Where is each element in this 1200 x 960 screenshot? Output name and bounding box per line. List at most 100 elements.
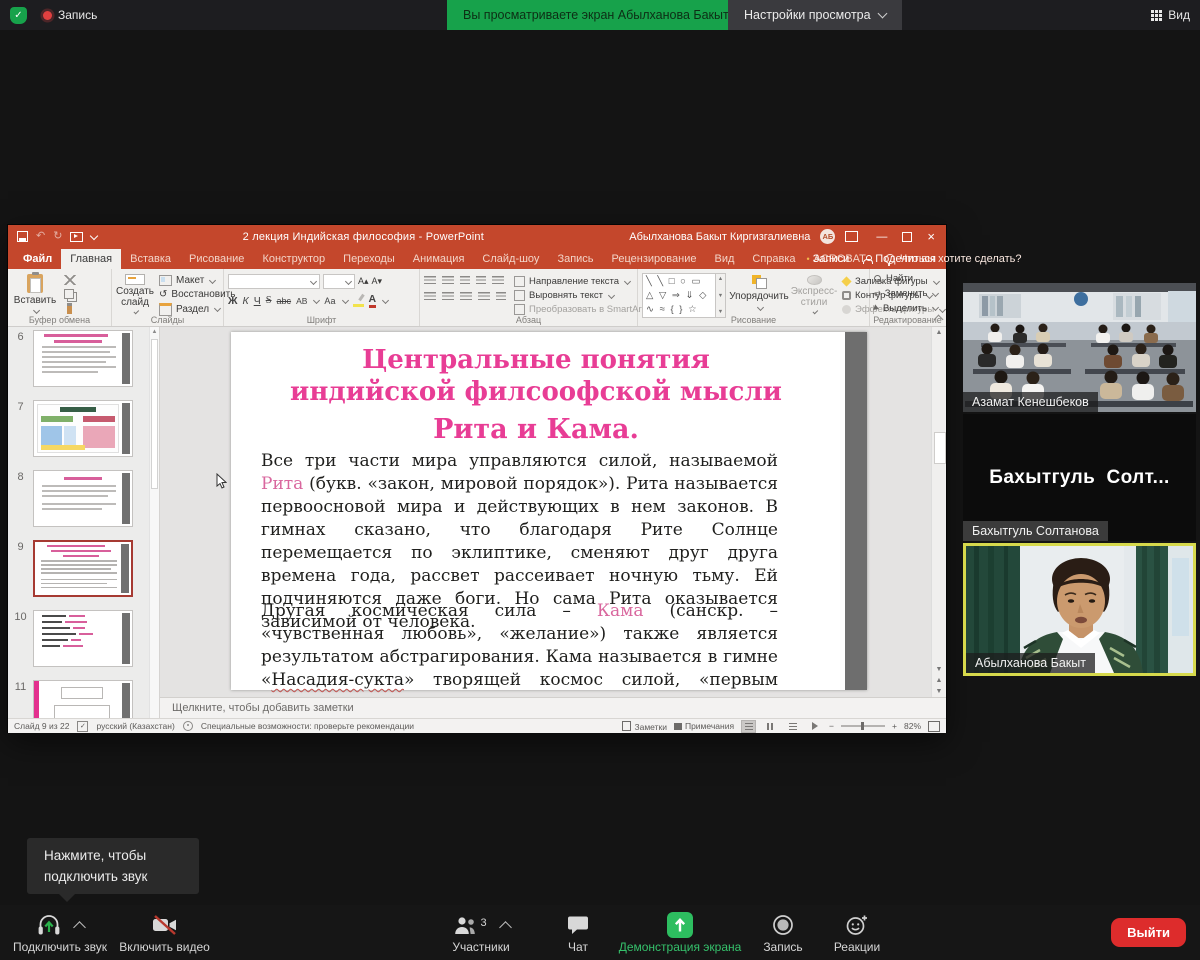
shapes-gallery-scroll[interactable]: ▲▼▼ xyxy=(716,273,726,318)
start-video-button[interactable]: Включить видео xyxy=(112,913,217,954)
scroll-down-icon[interactable]: ▼ xyxy=(936,666,943,673)
thumbnail-slide-10[interactable]: 10 xyxy=(8,610,159,667)
close-button[interactable]: × xyxy=(927,230,935,243)
zoom-slider[interactable] xyxy=(841,725,885,727)
tab-animations[interactable]: Анимация xyxy=(404,249,474,269)
view-button[interactable]: Вид xyxy=(1151,0,1190,30)
justify-icon[interactable] xyxy=(478,292,490,302)
language-indicator[interactable]: русский (Казахстан) xyxy=(96,721,174,731)
font-name-combobox[interactable] xyxy=(228,274,320,289)
account-avatar[interactable]: АБ xyxy=(820,229,835,244)
minimize-button[interactable]: — xyxy=(876,231,887,243)
new-slide-button[interactable]: Создать слайд xyxy=(116,273,154,314)
chat-button[interactable]: Чат xyxy=(548,913,608,954)
slide-editor-area[interactable]: Центральные понятия индийской филсоофско… xyxy=(160,327,946,697)
text-shadow-button[interactable]: abc xyxy=(277,296,292,306)
record-button[interactable]: Запись xyxy=(754,913,812,954)
next-slide-icon[interactable]: ▼ xyxy=(936,688,943,695)
character-spacing-button[interactable]: АВ xyxy=(296,296,307,306)
current-slide[interactable]: Центральные понятия индийской филсоофско… xyxy=(231,332,867,690)
quick-styles-button[interactable]: Экспресс-стили xyxy=(792,273,836,314)
save-icon[interactable] xyxy=(17,231,28,242)
copy-icon[interactable] xyxy=(64,289,74,298)
slide-title[interactable]: Центральные понятия индийской филсоофско… xyxy=(239,344,833,447)
thumbnail-slide-6[interactable]: 6 xyxy=(8,330,159,387)
leave-meeting-button[interactable]: Выйти xyxy=(1111,918,1186,947)
comments-toggle[interactable]: Примечания xyxy=(674,721,734,731)
scrollbar-thumb[interactable] xyxy=(934,432,946,464)
view-settings-button[interactable]: Настройки просмотра xyxy=(728,0,902,30)
numbering-icon[interactable] xyxy=(442,276,454,286)
participants-button[interactable]: 3 Участники xyxy=(425,913,537,954)
fit-slide-icon[interactable] xyxy=(928,721,940,732)
tab-view[interactable]: Вид xyxy=(705,249,743,269)
bold-button[interactable]: Ж xyxy=(228,295,238,307)
format-painter-icon[interactable] xyxy=(67,303,72,314)
spellcheck-icon[interactable]: ✓ xyxy=(77,721,88,732)
tab-help[interactable]: Справка xyxy=(743,249,804,269)
convert-smartart-button[interactable]: Преобразовать в SmartArt xyxy=(514,304,655,315)
reactions-button[interactable]: Реакции xyxy=(818,913,896,954)
reading-view-button[interactable] xyxy=(785,720,800,733)
line-spacing-icon[interactable] xyxy=(492,276,504,286)
font-size-combobox[interactable] xyxy=(323,274,355,289)
italic-button[interactable]: К xyxy=(243,295,249,307)
previous-slide-icon[interactable]: ▲ xyxy=(936,677,943,684)
strikethrough-button[interactable]: S xyxy=(266,295,272,306)
participant-tile-bakhytgul[interactable]: Бахытгуль Солт... Бахытгуль Солтанова xyxy=(963,414,1196,541)
slideshow-icon[interactable] xyxy=(70,232,83,242)
align-text-button[interactable]: Выровнять текст xyxy=(514,290,655,301)
redo-icon[interactable]: ↻ xyxy=(53,231,62,242)
participant-tile-azamat[interactable]: Азамат Кенешбеков xyxy=(963,283,1196,412)
cut-icon[interactable] xyxy=(64,275,76,285)
text-direction-button[interactable]: Направление текста xyxy=(514,276,655,287)
audio-options-chevron[interactable] xyxy=(73,921,86,934)
font-color-button[interactable]: А xyxy=(369,294,377,308)
tab-record[interactable]: Запись xyxy=(548,249,602,269)
slideshow-view-button[interactable] xyxy=(807,720,822,733)
select-button[interactable]: Выделить xyxy=(874,302,941,314)
tab-review[interactable]: Рецензирование xyxy=(603,249,706,269)
columns-icon[interactable] xyxy=(496,292,506,302)
underline-button[interactable]: Ч xyxy=(254,295,261,307)
tab-insert[interactable]: Вставка xyxy=(121,249,180,269)
shapes-gallery[interactable]: ╲ ╲ □ ○ ▭ △ ▽ ⇒ ⇓ ◇ ∿ ≈ { } ☆ xyxy=(642,273,716,318)
tab-file[interactable]: Файл xyxy=(14,249,61,269)
recordings-button[interactable]: • Записи xyxy=(807,253,850,265)
accessibility-status[interactable]: Специальные возможности: проверьте реком… xyxy=(201,721,414,731)
notes-toggle[interactable]: Заметки xyxy=(622,721,667,732)
zoom-percentage[interactable]: 82% xyxy=(904,721,921,731)
align-right-icon[interactable] xyxy=(460,292,472,302)
thumbnail-slide-11[interactable]: 11 xyxy=(8,680,159,718)
tab-design[interactable]: Конструктор xyxy=(253,249,334,269)
participants-options-chevron[interactable] xyxy=(499,921,512,934)
share-button[interactable]: Поделиться xyxy=(863,253,936,265)
slide-paragraph-kama[interactable]: Другая космическая сила – Кама (санскр. … xyxy=(261,600,778,697)
decrease-indent-icon[interactable] xyxy=(460,276,470,286)
undo-icon[interactable]: ↶ xyxy=(36,231,45,242)
grow-font-button[interactable]: А▴ xyxy=(358,276,369,287)
security-shield-icon[interactable]: ✓ xyxy=(10,7,27,24)
thumbnail-slide-8[interactable]: 8 xyxy=(8,470,159,527)
thumbnail-slide-7[interactable]: 7 xyxy=(8,400,159,457)
restore-button[interactable] xyxy=(902,232,912,242)
join-audio-button[interactable]: Подключить звук xyxy=(0,913,120,954)
editor-scrollbar[interactable]: ▲ ▼ ▲ ▼ xyxy=(931,327,946,697)
notes-pane[interactable]: Щелкните, чтобы добавить заметки xyxy=(160,697,946,718)
tab-transitions[interactable]: Переходы xyxy=(334,249,404,269)
ribbon-display-options-icon[interactable] xyxy=(845,231,858,242)
slide-sorter-view-button[interactable] xyxy=(763,720,778,733)
align-center-icon[interactable] xyxy=(442,292,454,302)
shrink-font-button[interactable]: А▾ xyxy=(372,276,383,287)
paste-button[interactable]: Вставить xyxy=(12,273,58,314)
thumbnail-slide-9-selected[interactable]: 9 xyxy=(8,540,159,597)
replace-button[interactable]: ⇄Заменить xyxy=(874,288,941,300)
normal-view-button[interactable] xyxy=(741,720,756,733)
tab-home[interactable]: Главная xyxy=(61,249,121,269)
highlight-color-icon[interactable] xyxy=(353,294,364,307)
participant-tile-abylkhanova-active-speaker[interactable]: Абылханова Бакыт xyxy=(963,543,1196,676)
thumbnail-scrollbar[interactable]: ▲ xyxy=(149,327,159,718)
zoom-slider-thumb[interactable] xyxy=(861,722,864,730)
zoom-out-button[interactable]: − xyxy=(829,721,834,731)
align-left-icon[interactable] xyxy=(424,292,436,302)
